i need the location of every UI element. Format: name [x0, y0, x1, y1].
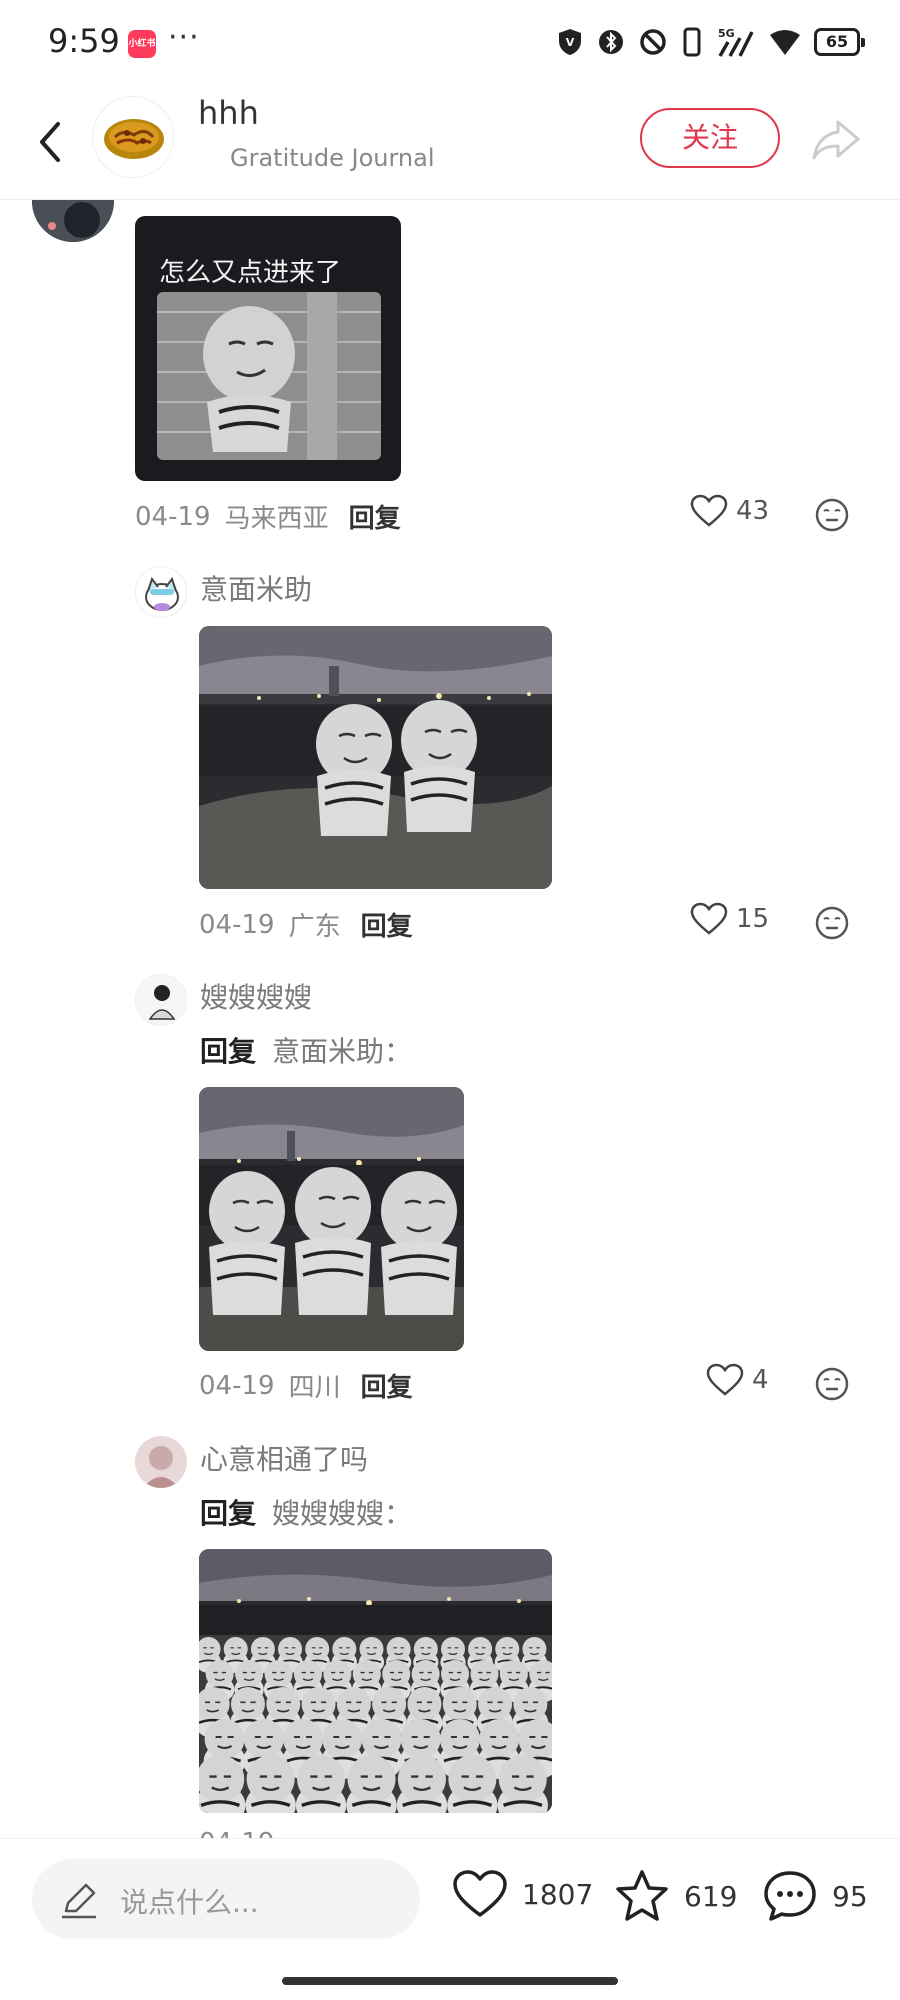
post-comment-count: 95	[832, 1879, 868, 1913]
author-avatar[interactable]	[92, 96, 174, 178]
share-icon[interactable]	[808, 112, 864, 168]
meme-figure	[245, 1755, 296, 1813]
vibrate-icon	[683, 27, 701, 57]
meme-photo	[199, 1087, 464, 1351]
svg-text:V: V	[566, 36, 575, 49]
comment-input-placeholder: 说点什么...	[120, 1886, 259, 1919]
heart-icon	[690, 902, 728, 935]
meme-figure	[346, 1755, 397, 1813]
like-count: 15	[736, 904, 770, 934]
bottom-action-bar: 说点什么... 1807 619 95	[0, 1838, 900, 2000]
comment-location: 四川	[288, 1373, 341, 1403]
meme-photo	[199, 1549, 552, 1813]
reply-to-line: 回复 嫂嫂嫂嫂：	[200, 1492, 412, 1532]
comment-post-button[interactable]: 95	[762, 1869, 868, 1923]
vpn-shield-icon: V	[559, 29, 581, 55]
status-bar: 9:59 小红书 ··· V 5G 65	[0, 0, 900, 90]
post-header: hhh Gratitude Journal 关注	[0, 90, 900, 200]
pencil-icon	[62, 1883, 96, 1919]
comment-like-button[interactable]: 15	[690, 902, 769, 936]
comment-date: 04-19	[199, 1370, 275, 1401]
home-indicator[interactable]	[282, 1977, 618, 1985]
meme-figure	[199, 1755, 246, 1813]
comment-date: 04-19	[135, 501, 211, 532]
commenter-avatar[interactable]	[135, 1436, 187, 1488]
meme-figure	[396, 1755, 448, 1813]
reply-prefix: 回复	[200, 1035, 257, 1068]
like-post-button[interactable]: 1807	[452, 1869, 593, 1919]
commenter-avatar[interactable]	[135, 974, 187, 1026]
signal-5g-icon: 5G	[718, 27, 754, 57]
comment-sticker-image[interactable]	[199, 626, 552, 889]
meme-photo	[199, 626, 552, 889]
comment-input[interactable]: 说点什么...	[32, 1859, 420, 1939]
reaction-emoji-icon[interactable]	[814, 497, 850, 533]
star-icon	[616, 1870, 668, 1921]
heart-icon	[690, 494, 728, 527]
wifi-icon	[770, 30, 800, 55]
post-star-count: 619	[684, 1879, 738, 1913]
comment-meta: 04-19 广东 回复	[199, 906, 413, 943]
heart-icon	[453, 1870, 507, 1917]
comment-meta: 04-19 马来西亚 回复	[135, 498, 401, 535]
comment-like-button[interactable]: 4	[706, 1363, 769, 1397]
status-time: 9:59	[48, 22, 120, 60]
reaction-emoji-icon[interactable]	[814, 1366, 850, 1402]
sticker-caption: 怎么又点进来了	[159, 258, 342, 288]
commenter-avatar[interactable]	[32, 200, 114, 242]
comment-like-button[interactable]: 43	[690, 494, 769, 528]
comment-sticker-image[interactable]	[199, 1087, 464, 1351]
meme-figure	[447, 1755, 498, 1813]
reply-target-name[interactable]: 嫂嫂嫂嫂：	[272, 1497, 412, 1530]
reply-button[interactable]: 回复	[361, 1367, 413, 1404]
reply-to-line: 回复 意面米助：	[200, 1030, 412, 1070]
author-name[interactable]: hhh	[198, 94, 259, 132]
bluetooth-icon	[599, 30, 623, 54]
back-arrow-icon[interactable]	[28, 112, 78, 172]
do-not-disturb-icon	[640, 29, 666, 55]
meme-figure	[157, 292, 381, 460]
comment-sticker-image[interactable]	[199, 1549, 552, 1813]
comment-list: 怎么又点进来了 04-19 马来西亚 回复 43 意面米助 04-19 广东 回…	[0, 200, 900, 1840]
heart-icon	[706, 1363, 744, 1396]
post-like-count: 1807	[522, 1877, 594, 1911]
commenter-avatar[interactable]	[135, 566, 187, 618]
reply-prefix: 回复	[200, 1497, 257, 1530]
comment-meta: 04-19 四川 回复	[199, 1367, 413, 1404]
app-badge-icon: 小红书	[128, 30, 156, 58]
meme-figure	[295, 1755, 347, 1813]
commenter-name[interactable]: 嫂嫂嫂嫂	[200, 976, 312, 1016]
reply-button[interactable]: 回复	[361, 906, 413, 943]
author-subtitle: Gratitude Journal	[230, 144, 435, 172]
battery-icon: 65	[814, 28, 865, 56]
svg-text:5G: 5G	[718, 27, 735, 40]
status-icons: V 5G 65	[556, 26, 865, 58]
follow-button[interactable]: 关注	[640, 108, 780, 168]
reply-target-name[interactable]: 意面米助：	[272, 1035, 412, 1068]
reaction-emoji-icon[interactable]	[814, 905, 850, 941]
like-count: 4	[752, 1365, 769, 1395]
comment-date: 04-19	[199, 909, 275, 940]
reply-button[interactable]: 回复	[349, 498, 401, 535]
collect-post-button[interactable]: 619	[614, 1869, 737, 1923]
commenter-name[interactable]: 意面米助	[200, 568, 312, 608]
more-notifications-icon: ···	[168, 20, 200, 55]
comment-sticker-image[interactable]: 怎么又点进来了	[135, 216, 401, 481]
comment-location: 广东	[288, 912, 341, 942]
like-count: 43	[736, 496, 770, 526]
meme-figure	[497, 1755, 548, 1813]
comment-location: 马来西亚	[224, 504, 329, 534]
comment-bubble-icon	[764, 1871, 816, 1921]
commenter-name[interactable]: 心意相通了吗	[200, 1438, 368, 1478]
